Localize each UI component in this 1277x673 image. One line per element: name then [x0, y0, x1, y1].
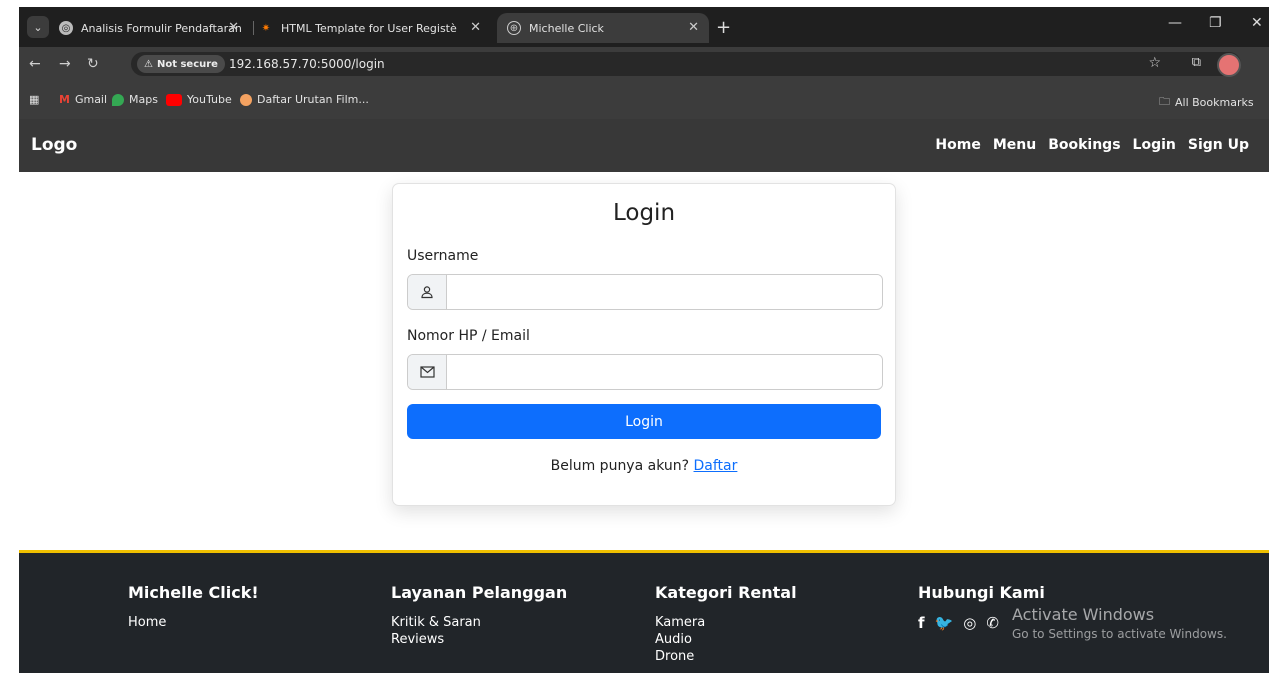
tab-html-template[interactable]: ✷ HTML Template for User Registè ✕ — [259, 13, 491, 43]
footer-link-reviews[interactable]: Reviews — [391, 631, 567, 648]
instagram-icon[interactable]: ◎ — [963, 614, 976, 632]
tab-divider — [253, 21, 254, 35]
footer-heading: Hubungi Kami — [918, 583, 1045, 602]
login-button[interactable]: Login — [407, 404, 881, 439]
back-icon[interactable]: ← — [29, 56, 41, 72]
security-chip[interactable]: ⚠ Not secure — [137, 55, 225, 73]
bookmark-maps[interactable]: Maps — [112, 93, 158, 106]
envelope-icon — [408, 355, 447, 389]
tab-title: Analisis Formulir Pendaftaran — [81, 21, 242, 35]
footer-link-camera[interactable]: Kamera — [655, 614, 797, 631]
twitter-icon[interactable]: 🐦 — [935, 614, 954, 632]
footer-link-feedback[interactable]: Kritik & Saran — [391, 614, 567, 631]
profile-avatar[interactable] — [1217, 53, 1241, 77]
site-logo[interactable]: Logo — [31, 135, 77, 155]
tab-bar: ⌄ ◎ Analisis Formulir Pendaftaran ✕ ✷ HT… — [19, 7, 1269, 47]
activate-windows-title: Activate Windows — [1012, 605, 1155, 624]
bookmark-label: Maps — [129, 93, 158, 106]
bookmark-label: Daftar Urutan Film... — [257, 93, 369, 106]
signup-prompt-text: Belum punya akun? — [550, 458, 690, 474]
activate-windows-subtitle: Go to Settings to activate Windows. — [1012, 627, 1227, 641]
bookmark-label: Gmail — [74, 93, 108, 106]
footer-link-drone[interactable]: Drone — [655, 648, 797, 665]
footer-col-service: Layanan Pelanggan Kritik & Saran Reviews — [391, 583, 567, 648]
minimize-icon[interactable]: — — [1168, 15, 1182, 31]
signup-link[interactable]: Daftar — [694, 458, 738, 474]
bookmark-star-icon[interactable]: ☆ — [1148, 55, 1161, 71]
close-icon[interactable]: ✕ — [470, 20, 481, 35]
facebook-icon[interactable]: f — [918, 614, 925, 632]
tab-michelle-click[interactable]: ⊕ Michelle Click ✕ — [497, 13, 709, 43]
footer-heading: Michelle Click! — [128, 583, 259, 602]
username-input[interactable] — [447, 275, 882, 307]
burst-icon: ✷ — [261, 22, 271, 34]
login-title: Login — [612, 200, 676, 226]
login-card: Login Username Nomor HP / Email Login Be… — [392, 183, 896, 506]
address-bar-row: ← → ↻ ⚠ Not secure 192.168.57.70:5000/lo… — [19, 47, 1269, 81]
footer-link-home[interactable]: Home — [128, 614, 259, 631]
bookmark-film-list[interactable]: Daftar Urutan Film... — [240, 93, 369, 106]
footer-link-audio[interactable]: Audio — [655, 631, 797, 648]
user-icon — [408, 275, 447, 309]
site-navbar: Logo Home Menu Bookings Login Sign Up — [19, 119, 1269, 172]
bookmark-label: YouTube — [187, 93, 232, 106]
tab-title: Michelle Click — [529, 21, 604, 35]
youtube-icon — [166, 93, 182, 106]
contact-input-group — [407, 354, 883, 390]
bookmark-gmail[interactable]: M Gmail — [59, 93, 107, 106]
url-text[interactable]: 192.168.57.70:5000/login — [229, 57, 385, 71]
forward-icon[interactable]: → — [59, 56, 71, 72]
apps-icon[interactable]: ▦ — [29, 93, 39, 106]
footer-col-brand: Michelle Click! Home — [128, 583, 259, 631]
maps-icon — [112, 93, 124, 106]
gmail-icon: M — [59, 93, 70, 106]
tab-analisis[interactable]: ◎ Analisis Formulir Pendaftaran ✕ — [59, 13, 249, 43]
bookmark-youtube[interactable]: YouTube — [166, 93, 232, 106]
footer-heading: Layanan Pelanggan — [391, 583, 568, 602]
close-icon[interactable]: ✕ — [688, 20, 699, 35]
reload-icon[interactable]: ↻ — [87, 56, 99, 72]
nav-sign-up[interactable]: Sign Up — [1188, 137, 1249, 153]
restore-icon[interactable]: ❐ — [1209, 15, 1222, 31]
contact-input[interactable] — [447, 355, 882, 387]
browser-window: ⌄ ◎ Analisis Formulir Pendaftaran ✕ ✷ HT… — [19, 7, 1269, 673]
window-close-icon[interactable]: ✕ — [1251, 15, 1263, 31]
tab-title: HTML Template for User Registè — [281, 21, 457, 35]
username-label: Username — [407, 248, 479, 264]
nav-login[interactable]: Login — [1133, 137, 1176, 153]
nav-links: Home Menu Bookings Login Sign Up — [935, 137, 1249, 153]
nav-bookings[interactable]: Bookings — [1048, 137, 1120, 153]
all-bookmarks[interactable]: 🗀 All Bookmarks — [1159, 93, 1254, 112]
all-bookmarks-label: All Bookmarks — [1175, 96, 1254, 109]
signup-prompt: Belum punya akun? Daftar — [393, 458, 895, 474]
new-tab-button[interactable]: + — [716, 17, 731, 38]
extensions-icon[interactable]: ⧉ — [1192, 55, 1201, 70]
globe-icon: ◎ — [59, 21, 73, 35]
omnibox[interactable]: ⚠ Not secure 192.168.57.70:5000/login ☆ … — [131, 52, 1241, 77]
contact-label: Nomor HP / Email — [407, 328, 530, 344]
whatsapp-icon[interactable]: ✆ — [986, 614, 999, 632]
folder-icon: 🗀 — [1159, 95, 1170, 108]
tab-search-button[interactable]: ⌄ — [27, 16, 49, 38]
username-input-group — [407, 274, 883, 310]
footer-col-categories: Kategori Rental Kamera Audio Drone — [655, 583, 797, 665]
globe-icon: ⊕ — [507, 21, 521, 35]
close-icon[interactable]: ✕ — [228, 20, 239, 35]
nav-home[interactable]: Home — [935, 137, 980, 153]
footer-heading: Kategori Rental — [655, 583, 797, 602]
film-icon — [240, 93, 252, 106]
bookmarks-bar: ▦ M Gmail Maps YouTube Daftar Urutan Fil… — [19, 81, 1269, 120]
warning-icon: ⚠ — [144, 58, 153, 70]
nav-menu[interactable]: Menu — [993, 137, 1036, 153]
security-label: Not secure — [156, 58, 218, 70]
